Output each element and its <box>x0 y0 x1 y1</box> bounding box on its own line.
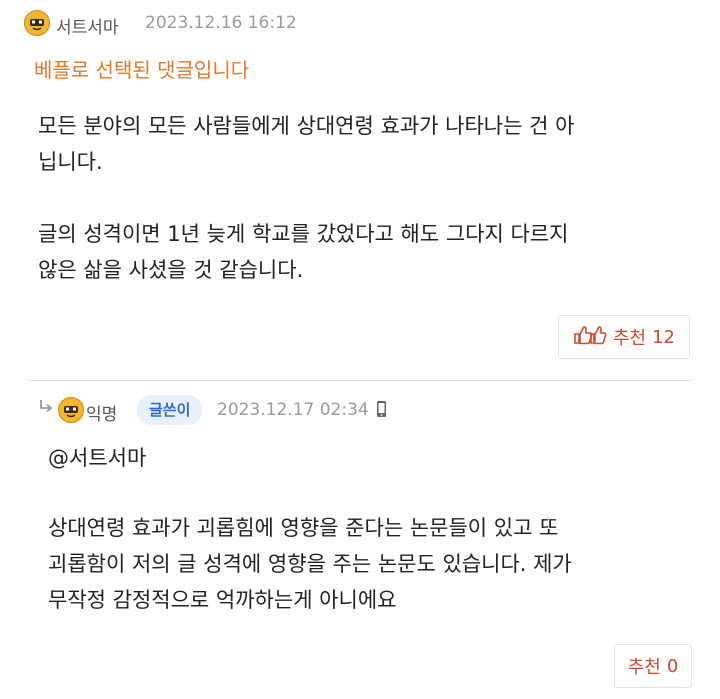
comment-divider <box>28 380 692 381</box>
recommend-count: 12 <box>652 326 676 348</box>
reply-arrow-icon <box>38 398 54 418</box>
reply-recommend-button[interactable]: 추천 0 <box>614 644 692 688</box>
thumbs-up-icon <box>573 325 607 350</box>
avatar-emoticon-icon <box>24 10 50 36</box>
reply-timestamp: 2023.12.17 02:34 <box>217 400 369 420</box>
comment-body: 모든 분야의 모든 사람들에게 상대연령 효과가 나타나는 건 아 닙니다. 글… <box>38 114 575 282</box>
author-badge: 글쓴이 <box>137 395 203 425</box>
reply-mention[interactable]: @서트서마 <box>48 440 708 476</box>
mobile-phone-icon <box>376 400 387 422</box>
avatar-emoticon-icon <box>58 397 84 423</box>
recommend-label: 추천 <box>612 328 647 349</box>
recommend-button[interactable]: 추천 12 <box>558 315 690 359</box>
best-comment-label: 베플로 선택된 댓글입니다 <box>34 58 250 82</box>
reply-body: 상대연령 효과가 괴롭힘에 영향을 준다는 논문들이 있고 또 괴롭함이 저의 … <box>48 516 572 612</box>
comment-timestamp: 2023.12.16 16:12 <box>145 13 297 33</box>
reply-author[interactable]: 익명 <box>86 400 117 425</box>
recommend-label: 추천 <box>627 657 661 678</box>
recommend-count: 0 <box>666 655 679 677</box>
comment-author[interactable]: 서트서마 <box>56 13 119 38</box>
